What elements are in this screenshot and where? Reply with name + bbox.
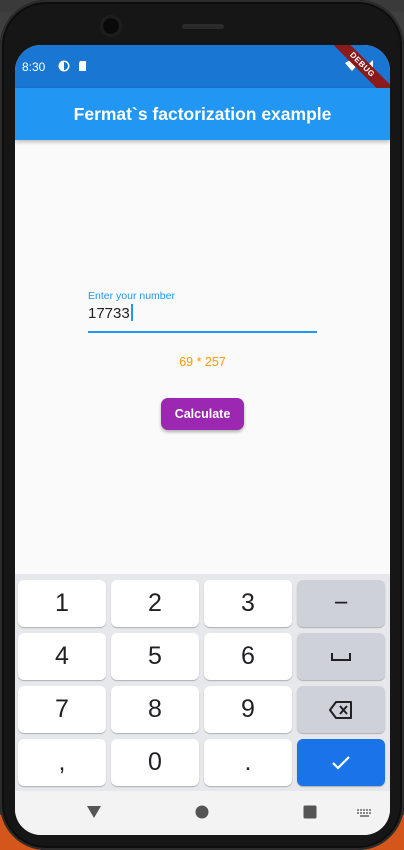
factorization-result: 69 * 257 [179,355,226,369]
text-cursor [130,304,133,321]
calculate-button[interactable]: Calculate [161,398,244,430]
key-9[interactable]: 9 [204,686,292,733]
front-camera [103,18,119,34]
screen: 8:30 DEBUG Fermat`s factorization exampl… [15,45,390,835]
number-input-underline [88,331,317,333]
back-triangle-icon[interactable] [86,805,102,819]
number-input-label: Enter your number [88,290,175,302]
numeric-keyboard: 1 2 3 − 4 5 6 7 8 9 , 0 . [15,574,390,791]
recents-square-icon[interactable] [303,805,317,819]
app-bar: Fermat`s factorization example [15,88,390,140]
key-5[interactable]: 5 [111,633,199,680]
key-3[interactable]: 3 [204,580,292,627]
key-0[interactable]: 0 [111,739,199,786]
key-2[interactable]: 2 [111,580,199,627]
number-input[interactable]: Enter your number 17733 [88,289,317,333]
key-minus[interactable]: − [297,580,385,627]
key-8[interactable]: 8 [111,686,199,733]
navigation-bar [15,791,390,835]
earpiece-speaker [182,24,224,29]
key-backspace[interactable] [297,686,385,733]
keyboard-switch-icon[interactable] [357,809,373,818]
number-input-value: 17733 [88,305,130,322]
key-6[interactable]: 6 [204,633,292,680]
number-input-value-row: 17733 [88,304,133,322]
key-space[interactable] [297,633,385,680]
key-1[interactable]: 1 [18,580,106,627]
status-bar: 8:30 DEBUG [15,45,390,104]
key-7[interactable]: 7 [18,686,106,733]
app-title: Fermat`s factorization example [73,104,332,124]
home-circle-icon[interactable] [195,805,209,819]
key-done[interactable] [297,739,385,786]
status-time: 8:30 [22,60,46,74]
space-bar-icon [331,652,351,661]
sd-card-icon [79,61,86,71]
backspace-icon [329,700,352,719]
key-period[interactable]: . [204,739,292,786]
key-comma[interactable]: , [18,739,106,786]
key-4[interactable]: 4 [18,633,106,680]
phone-frame: 8:30 DEBUG Fermat`s factorization exampl… [0,0,404,850]
checkmark-icon [332,755,350,770]
app-notification-icon [58,60,70,72]
